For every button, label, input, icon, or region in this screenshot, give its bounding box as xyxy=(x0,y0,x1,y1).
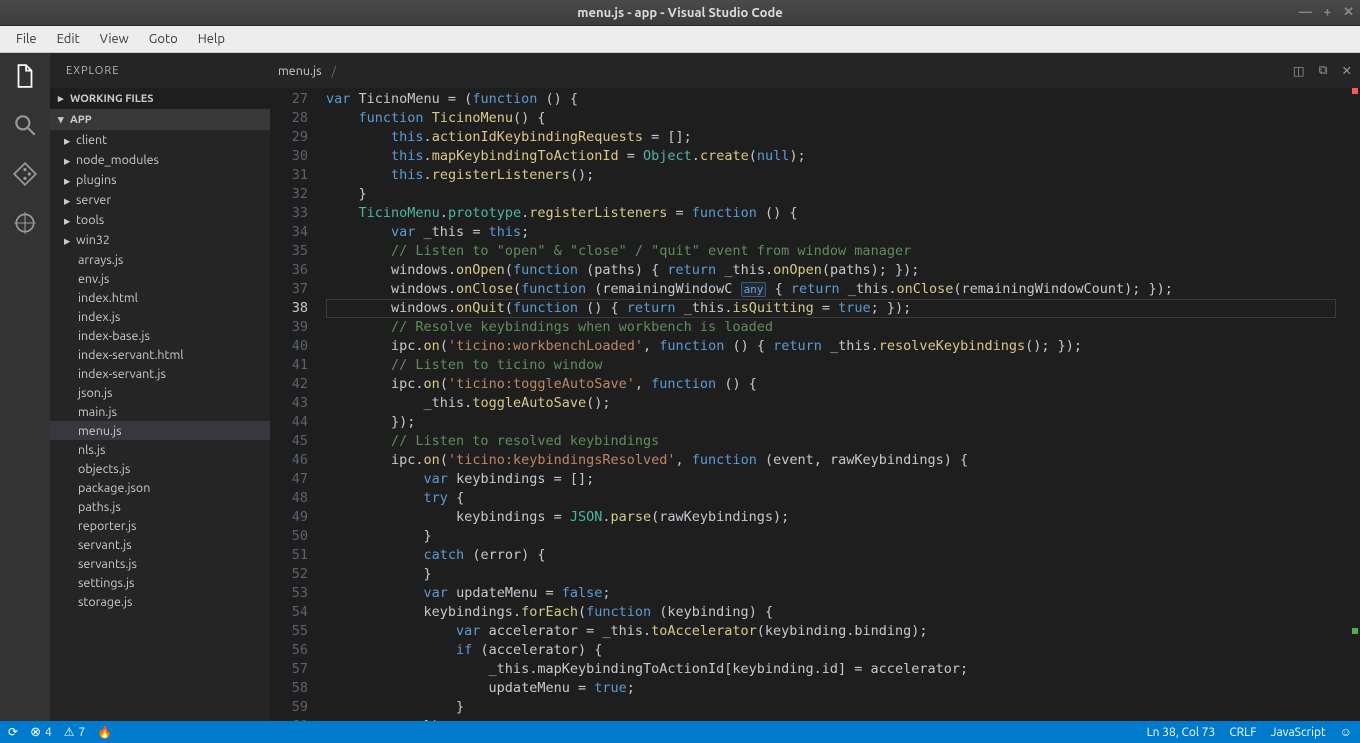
file-menu-js[interactable]: menu.js xyxy=(50,421,270,440)
file-reporter-js[interactable]: reporter.js xyxy=(50,516,270,535)
git-icon[interactable] xyxy=(12,161,38,190)
status-feedback-icon[interactable]: ☺ xyxy=(1340,725,1352,739)
status-warnings[interactable]: 7 xyxy=(64,725,86,739)
explorer-icon[interactable] xyxy=(12,63,38,92)
file-index-js[interactable]: index.js xyxy=(50,307,270,326)
window-titlebar: menu.js - app - Visual Studio Code — + ✕ xyxy=(0,0,1360,26)
file-arrays-js[interactable]: arrays.js xyxy=(50,250,270,269)
status-language[interactable]: JavaScript xyxy=(1271,726,1326,739)
menu-edit[interactable]: Edit xyxy=(47,28,90,50)
sidebar: EXPLORE ▸WORKING FILES ▾APP ▸client▸node… xyxy=(50,53,270,721)
folder-node_modules[interactable]: ▸node_modules xyxy=(50,150,270,170)
tab-label: menu.js xyxy=(278,64,322,78)
menubar: FileEditViewGotoHelp xyxy=(0,26,1360,53)
menu-view[interactable]: View xyxy=(90,28,139,50)
folder-plugins[interactable]: ▸plugins xyxy=(50,170,270,190)
file-servant-js[interactable]: servant.js xyxy=(50,535,270,554)
file-index-servant-js[interactable]: index-servant.js xyxy=(50,364,270,383)
file-index-servant-html[interactable]: index-servant.html xyxy=(50,345,270,364)
folder-tools[interactable]: ▸tools xyxy=(50,210,270,230)
app-header[interactable]: ▾APP xyxy=(50,109,270,130)
code-content[interactable]: var TicinoMenu = (function () { function… xyxy=(326,88,1348,721)
file-settings-js[interactable]: settings.js xyxy=(50,573,270,592)
diff-icon[interactable]: ⧉ xyxy=(1319,63,1328,78)
status-sync[interactable]: ⟳ xyxy=(8,725,18,739)
working-files-header[interactable]: ▸WORKING FILES xyxy=(50,88,270,109)
file-json-js[interactable]: json.js xyxy=(50,383,270,402)
file-nls-js[interactable]: nls.js xyxy=(50,440,270,459)
menu-help[interactable]: Help xyxy=(188,28,235,50)
status-cursor-pos[interactable]: Ln 38, Col 73 xyxy=(1147,726,1216,739)
file-storage-js[interactable]: storage.js xyxy=(50,592,270,611)
search-icon[interactable] xyxy=(12,112,38,141)
tab-menu-js[interactable]: menu.js / xyxy=(278,64,340,78)
activity-bar xyxy=(0,53,50,721)
file-index-html[interactable]: index.html xyxy=(50,288,270,307)
debug-icon[interactable] xyxy=(12,210,38,239)
split-editor-icon[interactable]: ◫ xyxy=(1293,63,1305,78)
folder-server[interactable]: ▸server xyxy=(50,190,270,210)
file-paths-js[interactable]: paths.js xyxy=(50,497,270,516)
status-flame[interactable]: 🔥 xyxy=(97,725,112,739)
folder-win32[interactable]: ▸win32 xyxy=(50,230,270,250)
file-package-json[interactable]: package.json xyxy=(50,478,270,497)
minimize-icon[interactable]: — xyxy=(1299,5,1312,20)
tab-bar: menu.js / ◫ ⧉ ✕ xyxy=(270,53,1360,88)
sidebar-title: EXPLORE xyxy=(50,53,270,88)
overview-ruler[interactable] xyxy=(1348,88,1360,721)
file-objects-js[interactable]: objects.js xyxy=(50,459,270,478)
menu-file[interactable]: File xyxy=(6,28,47,50)
close-tab-icon[interactable]: ✕ xyxy=(1342,63,1352,78)
menu-goto[interactable]: Goto xyxy=(139,28,188,50)
window-title: menu.js - app - Visual Studio Code xyxy=(0,6,1360,20)
file-main-js[interactable]: main.js xyxy=(50,402,270,421)
line-gutter: 2728293031323334353637383940414243444546… xyxy=(270,88,326,721)
status-eol[interactable]: CRLF xyxy=(1229,726,1256,739)
file-env-js[interactable]: env.js xyxy=(50,269,270,288)
status-bar: ⟳ 4 7 🔥 Ln 38, Col 73 CRLF JavaScript ☺ xyxy=(0,721,1360,743)
folder-client[interactable]: ▸client xyxy=(50,130,270,150)
maximize-icon[interactable]: + xyxy=(1324,5,1331,20)
close-window-icon[interactable]: ✕ xyxy=(1343,5,1354,20)
status-errors[interactable]: 4 xyxy=(30,725,52,740)
file-servants-js[interactable]: servants.js xyxy=(50,554,270,573)
code-editor[interactable]: 2728293031323334353637383940414243444546… xyxy=(270,88,1360,721)
file-tree: ▸client▸node_modules▸plugins▸server▸tool… xyxy=(50,130,270,721)
file-index-base-js[interactable]: index-base.js xyxy=(50,326,270,345)
